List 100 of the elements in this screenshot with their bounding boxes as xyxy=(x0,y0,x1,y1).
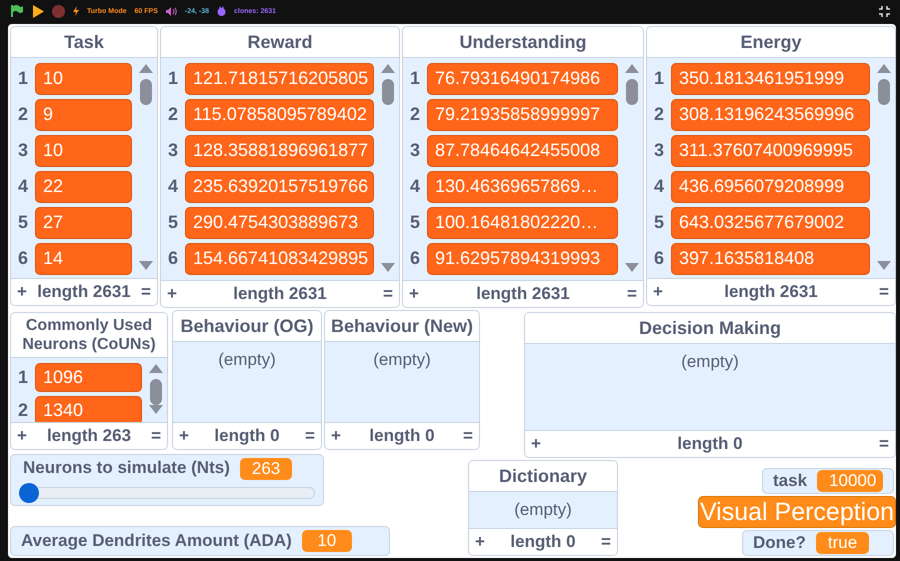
variable-label: task xyxy=(773,471,808,491)
empty-label: (empty) xyxy=(218,350,276,371)
item-index: 6 xyxy=(166,248,179,269)
list-item[interactable]: 121.71815716205805 xyxy=(185,62,374,94)
scroll-up-icon[interactable] xyxy=(381,64,395,73)
list-item[interactable]: 1096 xyxy=(35,362,142,392)
list-item[interactable]: 1340 xyxy=(35,396,142,422)
list-length: length 263 xyxy=(46,426,132,446)
item-index: 1 xyxy=(408,68,421,89)
add-item-button[interactable]: + xyxy=(167,284,177,304)
list-item[interactable]: 10 xyxy=(35,134,132,166)
stop-icon[interactable] xyxy=(52,4,65,18)
play-icon[interactable] xyxy=(32,4,44,18)
scroll-down-icon[interactable] xyxy=(139,261,153,270)
list-title: Energy xyxy=(647,27,895,58)
list-item[interactable]: 91.62957894319993 xyxy=(427,242,618,274)
list-length: length 2631 xyxy=(476,284,570,304)
scroll-thumb[interactable] xyxy=(626,79,638,105)
item-index: 6 xyxy=(16,248,29,269)
scroll-up-icon[interactable] xyxy=(625,64,639,73)
add-item-button[interactable]: + xyxy=(17,282,27,302)
list-item[interactable]: 130.46369657869… xyxy=(427,170,618,202)
list-item[interactable]: 311.37607400969995 xyxy=(671,134,870,166)
speaker-icon xyxy=(166,6,177,16)
list-item[interactable]: 397.1635818408 xyxy=(671,242,870,274)
list-item[interactable]: 308.13196243569996 xyxy=(671,98,870,130)
list-title: Decision Making xyxy=(525,313,895,344)
add-item-button[interactable]: + xyxy=(17,426,27,446)
list-length: length 0 xyxy=(214,426,280,446)
list-length: length 0 xyxy=(510,532,576,552)
list-item[interactable]: 436.6956079208999 xyxy=(671,170,870,202)
large-variable-monitor: Visual Perception xyxy=(698,496,896,528)
slider-thumb[interactable] xyxy=(19,483,39,503)
resize-handle[interactable]: = xyxy=(463,426,473,446)
list-item[interactable]: 350.1813461951999 xyxy=(671,62,870,94)
resize-handle[interactable]: = xyxy=(305,426,315,446)
fullscreen-icon[interactable] xyxy=(879,6,890,16)
empty-label: (empty) xyxy=(373,350,431,371)
flag-icon[interactable] xyxy=(10,4,24,18)
list-item[interactable]: 10 xyxy=(35,62,132,94)
item-index: 5 xyxy=(408,212,421,233)
list-title: Commonly Used Neurons (CoUNs) xyxy=(11,313,167,358)
list-item[interactable]: 128.35881896961877 xyxy=(185,134,374,166)
variable-label: Average Dendrites Amount (ADA) xyxy=(21,531,292,551)
list-title: Behaviour (OG) xyxy=(173,311,321,342)
scroll-thumb[interactable] xyxy=(382,79,394,105)
item-index: 3 xyxy=(166,140,179,161)
slider[interactable] xyxy=(19,483,315,503)
list-item[interactable]: 290.4754303889673 xyxy=(185,206,374,238)
scroll-down-icon[interactable] xyxy=(877,261,891,270)
scroll-down-icon[interactable] xyxy=(381,263,395,272)
resize-handle[interactable]: = xyxy=(879,434,889,454)
add-item-button[interactable]: + xyxy=(331,426,341,446)
item-index: 1 xyxy=(166,68,179,89)
list-title: Reward xyxy=(161,27,399,58)
list-length: length 2631 xyxy=(37,282,131,302)
add-item-button[interactable]: + xyxy=(179,426,189,446)
list-item[interactable]: 79.21935858999997 xyxy=(427,98,618,130)
item-index: 1 xyxy=(652,68,665,89)
list-item[interactable]: 643.0325677679002 xyxy=(671,206,870,238)
scroll-thumb[interactable] xyxy=(140,79,152,105)
list-item[interactable]: 115.07858095789402 xyxy=(185,98,374,130)
resize-handle[interactable]: = xyxy=(601,532,611,552)
item-index: 4 xyxy=(408,176,421,197)
list-item[interactable]: 27 xyxy=(35,206,132,238)
resize-handle[interactable]: = xyxy=(627,284,637,304)
list-item[interactable]: 100.16481802220… xyxy=(427,206,618,238)
resize-handle[interactable]: = xyxy=(879,282,889,302)
item-index: 5 xyxy=(16,212,29,233)
item-index: 5 xyxy=(652,212,665,233)
scroll-up-icon[interactable] xyxy=(149,364,163,373)
list-length: length 0 xyxy=(677,434,743,454)
item-index: 1 xyxy=(16,68,29,89)
list-item[interactable]: 76.79316490174986 xyxy=(427,62,618,94)
item-index: 6 xyxy=(652,248,665,269)
list-item[interactable]: 22 xyxy=(35,170,132,202)
add-item-button[interactable]: + xyxy=(653,282,663,302)
scroll-thumb[interactable] xyxy=(878,79,890,105)
list-title: Task xyxy=(11,27,157,58)
list-item[interactable]: 9 xyxy=(35,98,132,130)
list-item[interactable]: 14 xyxy=(35,242,132,274)
resize-handle[interactable]: = xyxy=(151,426,161,446)
item-index: 3 xyxy=(408,140,421,161)
scroll-up-icon[interactable] xyxy=(139,64,153,73)
item-index: 3 xyxy=(652,140,665,161)
list-item[interactable]: 154.66741083429895 xyxy=(185,242,374,274)
list-item[interactable]: 235.63920157519766 xyxy=(185,170,374,202)
add-item-button[interactable]: + xyxy=(409,284,419,304)
item-index: 2 xyxy=(16,400,29,420)
list-item[interactable]: 87.78464642455008 xyxy=(427,134,618,166)
scroll-down-icon[interactable] xyxy=(625,263,639,272)
lightning-icon xyxy=(73,6,79,16)
add-item-button[interactable]: + xyxy=(475,532,485,552)
item-index: 4 xyxy=(652,176,665,197)
add-item-button[interactable]: + xyxy=(531,434,541,454)
resize-handle[interactable]: = xyxy=(383,284,393,304)
resize-handle[interactable]: = xyxy=(141,282,151,302)
item-index: 6 xyxy=(408,248,421,269)
scroll-up-icon[interactable] xyxy=(877,64,891,73)
list-length: length 0 xyxy=(369,426,435,446)
